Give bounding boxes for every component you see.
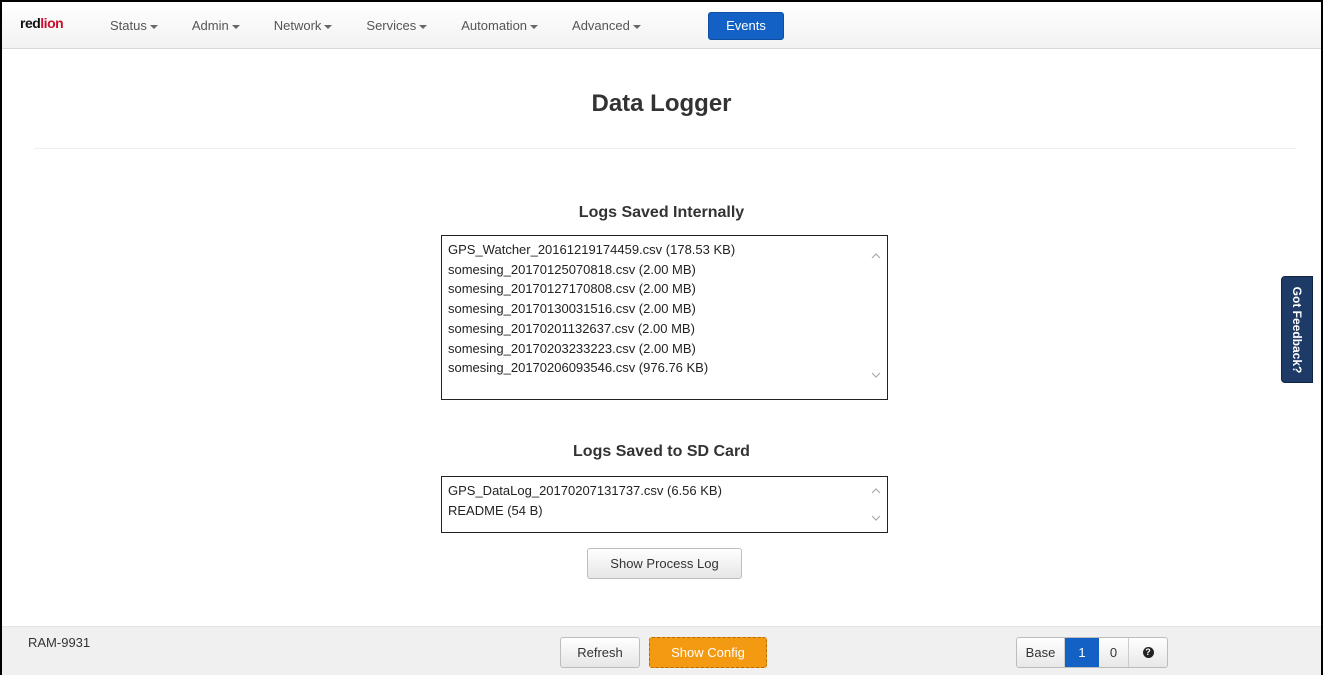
feedback-tab-label: Got Feedback? (1290, 286, 1304, 373)
nav-network[interactable]: Network (274, 18, 333, 33)
nav-status[interactable]: Status (110, 18, 158, 33)
base-label: Base (1017, 638, 1065, 667)
nav-admin-label: Admin (191, 18, 229, 33)
list-item[interactable]: somesing_20170130031516.csv (2.00 MB) (448, 299, 887, 319)
logo-text-red: red (20, 15, 41, 31)
show-config-button[interactable]: Show Config (649, 637, 767, 668)
internal-logs-heading: Logs Saved Internally (578, 204, 745, 221)
caret-down-icon (632, 24, 641, 29)
nav-services-label: Services (366, 18, 417, 33)
base-option-0[interactable]: 0 (1099, 638, 1129, 667)
sd-logs-listbox[interactable]: GPS_DataLog_20170207131737.csv (6.56 KB)… (441, 476, 888, 533)
feedback-tab[interactable]: Got Feedback? (1281, 276, 1313, 383)
list-item[interactable]: README (54 B) (448, 501, 887, 521)
list-item[interactable]: GPS_Watcher_20161219174459.csv (178.53 K… (448, 240, 887, 260)
nav-automation[interactable]: Automation (461, 18, 539, 33)
list-item[interactable]: somesing_20170201132637.csv (2.00 MB) (448, 319, 887, 339)
question-circle-icon: ? (1142, 647, 1154, 658)
list-item[interactable]: somesing_20170125070818.csv (2.00 MB) (448, 260, 887, 280)
refresh-button[interactable]: Refresh (560, 637, 640, 668)
caret-down-icon (419, 24, 428, 29)
title-divider (34, 148, 1296, 149)
nav-menu: Status Admin Network Services Automation… (110, 2, 675, 49)
caret-down-icon (149, 24, 158, 29)
internal-logs-listbox[interactable]: GPS_Watcher_20161219174459.csv (178.53 K… (441, 235, 888, 400)
page-title: Data Logger (591, 90, 732, 117)
list-item[interactable]: somesing_20170127170808.csv (2.00 MB) (448, 279, 887, 299)
top-navbar: redlion Status Admin Network Services Au… (2, 2, 1321, 49)
base-selector: Base 1 0 ? (1016, 637, 1168, 668)
nav-advanced-label: Advanced (572, 18, 630, 33)
device-name: RAM-9931 (28, 635, 91, 650)
sd-logs-heading: Logs Saved to SD Card (573, 443, 750, 460)
nav-services[interactable]: Services (366, 18, 428, 33)
scroll-up-icon[interactable] (871, 252, 881, 262)
list-item[interactable]: somesing_20170203233223.csv (2.00 MB) (448, 339, 887, 359)
nav-network-label: Network (273, 18, 322, 33)
scroll-up-icon[interactable] (871, 487, 881, 497)
nav-admin[interactable]: Admin (192, 18, 240, 33)
nav-status-label: Status (110, 18, 147, 33)
scroll-down-icon[interactable] (871, 371, 881, 381)
redlion-logo[interactable]: redlion (20, 15, 64, 37)
nav-events-active[interactable]: Events (708, 12, 784, 40)
caret-down-icon (324, 24, 333, 29)
caret-down-icon (231, 24, 240, 29)
caret-down-icon (530, 24, 539, 29)
help-button[interactable]: ? (1129, 638, 1167, 667)
footer-bar: RAM-9931 Refresh Show Config Base 1 0 ? (2, 626, 1321, 675)
show-process-log-button[interactable]: Show Process Log (587, 548, 742, 579)
list-item[interactable]: GPS_DataLog_20170207131737.csv (6.56 KB) (448, 481, 887, 501)
nav-advanced[interactable]: Advanced (572, 18, 641, 33)
base-option-1[interactable]: 1 (1065, 638, 1099, 667)
scroll-down-icon[interactable] (871, 514, 881, 524)
nav-automation-label: Automation (461, 18, 528, 33)
logo-text-lion: lion (40, 15, 64, 31)
list-item[interactable]: somesing_20170206093546.csv (976.76 KB) (448, 358, 887, 378)
